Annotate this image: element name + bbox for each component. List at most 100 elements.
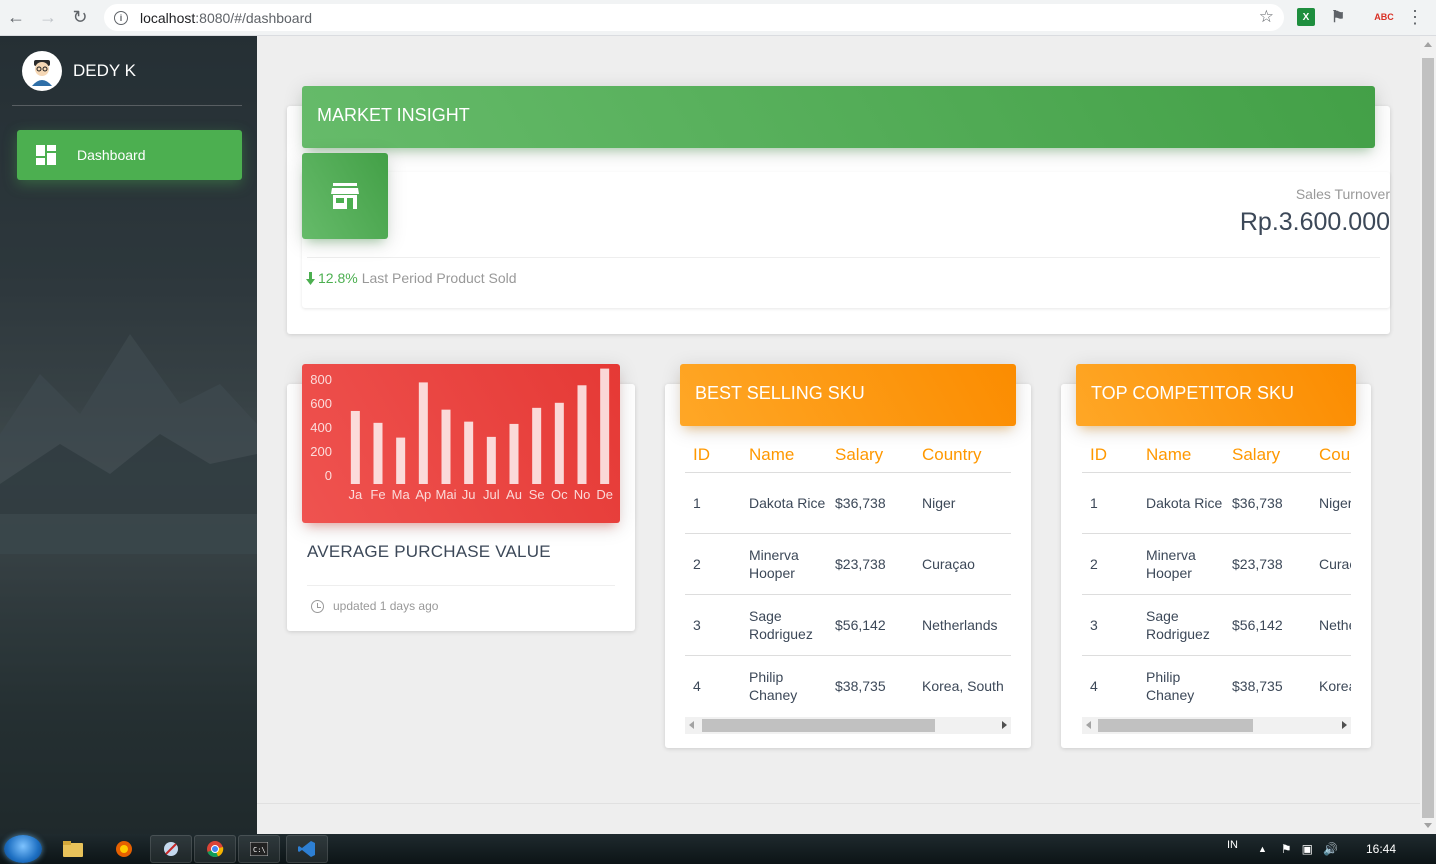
table-row[interactable]: 2Minerva Hooper$23,738Curaçao <box>685 533 1011 595</box>
best-selling-hscrollbar[interactable] <box>685 717 1011 734</box>
vscode-icon[interactable] <box>286 835 328 863</box>
chart-bar[interactable] <box>600 368 610 484</box>
cell-id: 2 <box>1082 533 1138 595</box>
column-header-id[interactable]: ID <box>1082 438 1138 473</box>
x-tick-label: Ju <box>462 487 476 502</box>
scroll-up-icon[interactable] <box>1424 42 1432 47</box>
chart-bar[interactable] <box>350 410 360 484</box>
column-header-salary[interactable]: Salary <box>1224 438 1311 473</box>
browser-menu-icon[interactable]: ⋮ <box>1406 8 1424 26</box>
bookmark-star-icon[interactable]: ☆ <box>1259 7 1274 27</box>
cell-salary: $38,735 <box>1224 655 1311 715</box>
info-icon[interactable]: i <box>114 10 128 25</box>
table-row[interactable]: 1 Dakota Rice $36,738 Niger <box>1082 472 1351 534</box>
table-row[interactable]: 4Philip Chaney$38,735Korea, South <box>685 655 1011 715</box>
table-row[interactable]: 2Minerva Hooper$23,738Curaçao <box>1082 533 1351 595</box>
scroll-left-icon[interactable] <box>1086 721 1091 729</box>
market-insight-header: MARKET INSIGHT <box>302 86 1375 148</box>
cell-salary: $36,738 <box>1224 472 1311 534</box>
tray-expand-icon[interactable]: ▲ <box>1258 844 1267 854</box>
cell-name: Dakota Rice <box>741 472 827 534</box>
address-bar[interactable]: i localhost:8080/#/dashboard ☆ <box>104 4 1284 31</box>
column-header-country[interactable]: Country <box>914 438 1011 473</box>
firefox-icon[interactable] <box>103 835 145 863</box>
scroll-thumb[interactable] <box>1098 719 1253 732</box>
top-competitor-hscrollbar[interactable] <box>1082 717 1351 734</box>
action-center-icon[interactable]: ⚑ <box>1281 842 1292 856</box>
cell-salary: $56,142 <box>827 594 914 656</box>
top-competitor-table[interactable]: ID Name Salary Country 1Dakota Rice$36,7… <box>1082 438 1351 715</box>
chart-bar[interactable] <box>373 422 383 484</box>
column-header-name[interactable]: Name <box>1138 438 1224 473</box>
scroll-left-icon[interactable] <box>689 721 694 729</box>
chart-bar[interactable] <box>418 382 428 484</box>
cell-country: Niger <box>1311 472 1351 534</box>
chart-bar[interactable] <box>396 437 406 484</box>
cell-name: Philip Chaney <box>741 655 827 715</box>
extension-icon[interactable]: ⚑ <box>1329 8 1347 26</box>
column-header-country[interactable]: Country <box>1311 438 1351 473</box>
cell-salary: $36,738 <box>827 472 914 534</box>
store-icon <box>331 183 359 209</box>
sidebar-item-label: Dashboard <box>77 147 146 163</box>
cell-name: Minerva Hooper <box>741 533 827 595</box>
chart-bar[interactable] <box>554 402 564 484</box>
chart-bar[interactable] <box>441 409 451 484</box>
last-period-stat: 12.8% Last Period Product Sold <box>306 270 517 286</box>
chart-bar[interactable] <box>464 421 474 484</box>
network-icon[interactable]: ▣ <box>1302 842 1313 856</box>
chart-bar[interactable] <box>577 385 587 484</box>
arrow-down-icon <box>306 271 315 285</box>
table-row[interactable]: 3Sage Rodriguez$56,142Netherlands <box>1082 594 1351 656</box>
language-indicator[interactable]: IN <box>1227 839 1238 851</box>
sales-turnover-value: Rp.3.600.000 <box>1239 208 1390 236</box>
cell-name: Dakota Rice <box>1138 472 1224 534</box>
url-host: localhost <box>140 9 196 26</box>
scroll-down-icon[interactable] <box>1424 823 1432 828</box>
dashboard-icon <box>36 145 56 165</box>
scroll-right-icon[interactable] <box>1342 721 1347 729</box>
clock-time[interactable]: 16:44 <box>1366 842 1396 856</box>
column-header-name[interactable]: Name <box>741 438 827 473</box>
sidebar: DEDY K Dashboard <box>0 36 257 834</box>
scroll-right-icon[interactable] <box>1002 721 1007 729</box>
reload-button[interactable]: ↻ <box>64 0 96 36</box>
table-row[interactable]: 1 Dakota Rice $36,738 Niger <box>685 472 1011 534</box>
back-button[interactable]: ← <box>0 0 32 36</box>
terminal-icon[interactable]: C:\ <box>238 835 280 863</box>
bar-chart-svg: 0 200 400 600 800 Ja Fe Ma Ap Mai Ju Jul Au Se Oc No De <box>310 368 613 502</box>
footer-divider <box>257 803 1420 804</box>
x-tick-label: Ja <box>348 487 363 502</box>
store-icon-box <box>302 153 388 239</box>
volume-icon[interactable]: 🔊 <box>1323 842 1338 856</box>
x-tick-label: Ma <box>392 487 411 502</box>
excel-extension-icon[interactable]: X <box>1297 8 1315 26</box>
chrome-icon[interactable] <box>194 835 236 863</box>
browser-toolbar: ← → ↻ i localhost:8080/#/dashboard ☆ X ⚑… <box>0 0 1436 36</box>
page-scrollbar[interactable] <box>1420 36 1436 834</box>
column-header-salary[interactable]: Salary <box>827 438 914 473</box>
user-avatar-icon <box>32 59 52 86</box>
divider <box>307 585 615 586</box>
snipping-tool-icon[interactable] <box>150 835 192 863</box>
file-explorer-icon[interactable] <box>52 835 94 863</box>
ad-extension-icon[interactable]: ABC <box>1373 8 1395 26</box>
y-tick-label: 0 <box>325 468 332 483</box>
cell-country: Netherlands <box>1311 594 1351 656</box>
start-button[interactable] <box>4 835 42 863</box>
system-tray: IN ▲ ⚑ ▣ 🔊 16:44 <box>1227 834 1436 864</box>
column-header-id[interactable]: ID <box>685 438 741 473</box>
chart-bar[interactable] <box>486 436 496 484</box>
table-row[interactable]: 3Sage Rodriguez$56,142Netherlands <box>685 594 1011 656</box>
table-row[interactable]: 4Philip Chaney$38,735Korea, South <box>1082 655 1351 715</box>
scroll-thumb[interactable] <box>1422 58 1434 818</box>
sidebar-brand[interactable]: DEDY K <box>12 36 242 106</box>
os-taskbar: C:\ IN ▲ ⚑ ▣ 🔊 16:44 <box>0 834 1436 864</box>
sidebar-item-dashboard[interactable]: Dashboard <box>17 130 242 180</box>
best-selling-table[interactable]: ID Name Salary Country 1 Dakota Rice $36,7… <box>685 438 1011 715</box>
chart-bar[interactable] <box>532 407 542 484</box>
scroll-thumb[interactable] <box>702 719 935 732</box>
forward-button[interactable]: → <box>32 0 64 36</box>
chart-bar[interactable] <box>509 423 519 484</box>
cell-country: Curaçao <box>1311 533 1351 595</box>
